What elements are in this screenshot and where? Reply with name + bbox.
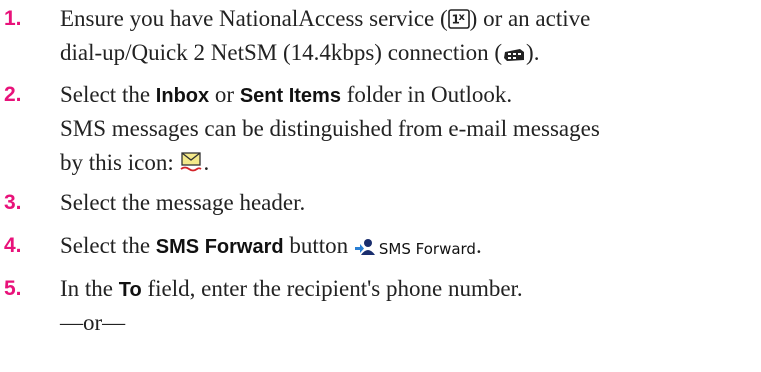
step-1-line-2: dial-up/Quick 2 NetSM (14.4kbps) connect… [60,36,539,73]
svg-text:x: x [458,12,465,23]
dialup-connection-icon [502,39,526,73]
step-2-line-1: Select the Inbox or Sent Items folder in… [60,82,513,107]
step-number: 3. [4,191,22,214]
or-separator: —or— [60,310,126,335]
sms-forward-button: SMS Forward [354,232,476,266]
step-2-line-3: by this icon: . [60,146,209,183]
to-field-label: To [118,279,142,301]
step-number: 5. [4,277,22,300]
sms-forward-button-label: SMS Forward [378,240,476,258]
sms-forward-icon [354,232,376,266]
step-3-line-1: Select the message header. [60,190,306,215]
step-number: 2. [4,83,22,106]
sms-forward-button-name: SMS Forward [155,236,284,258]
1x-service-icon: 1x [447,5,470,39]
step-number: 1. [4,7,22,30]
sent-items-folder-label: Sent Items [239,85,341,107]
step-2-line-2: SMS messages can be distinguished from e… [60,116,600,141]
step-5-line-1: In the To field, enter the recipient's p… [60,276,523,301]
step-1-line-1: Ensure you have NationalAccess service (… [60,2,590,39]
sms-envelope-icon [179,149,203,183]
inbox-folder-label: Inbox [155,85,210,107]
step-number: 4. [4,234,22,257]
step-4-line-1: Select the SMS Forward button SMS Forwar… [60,229,482,266]
